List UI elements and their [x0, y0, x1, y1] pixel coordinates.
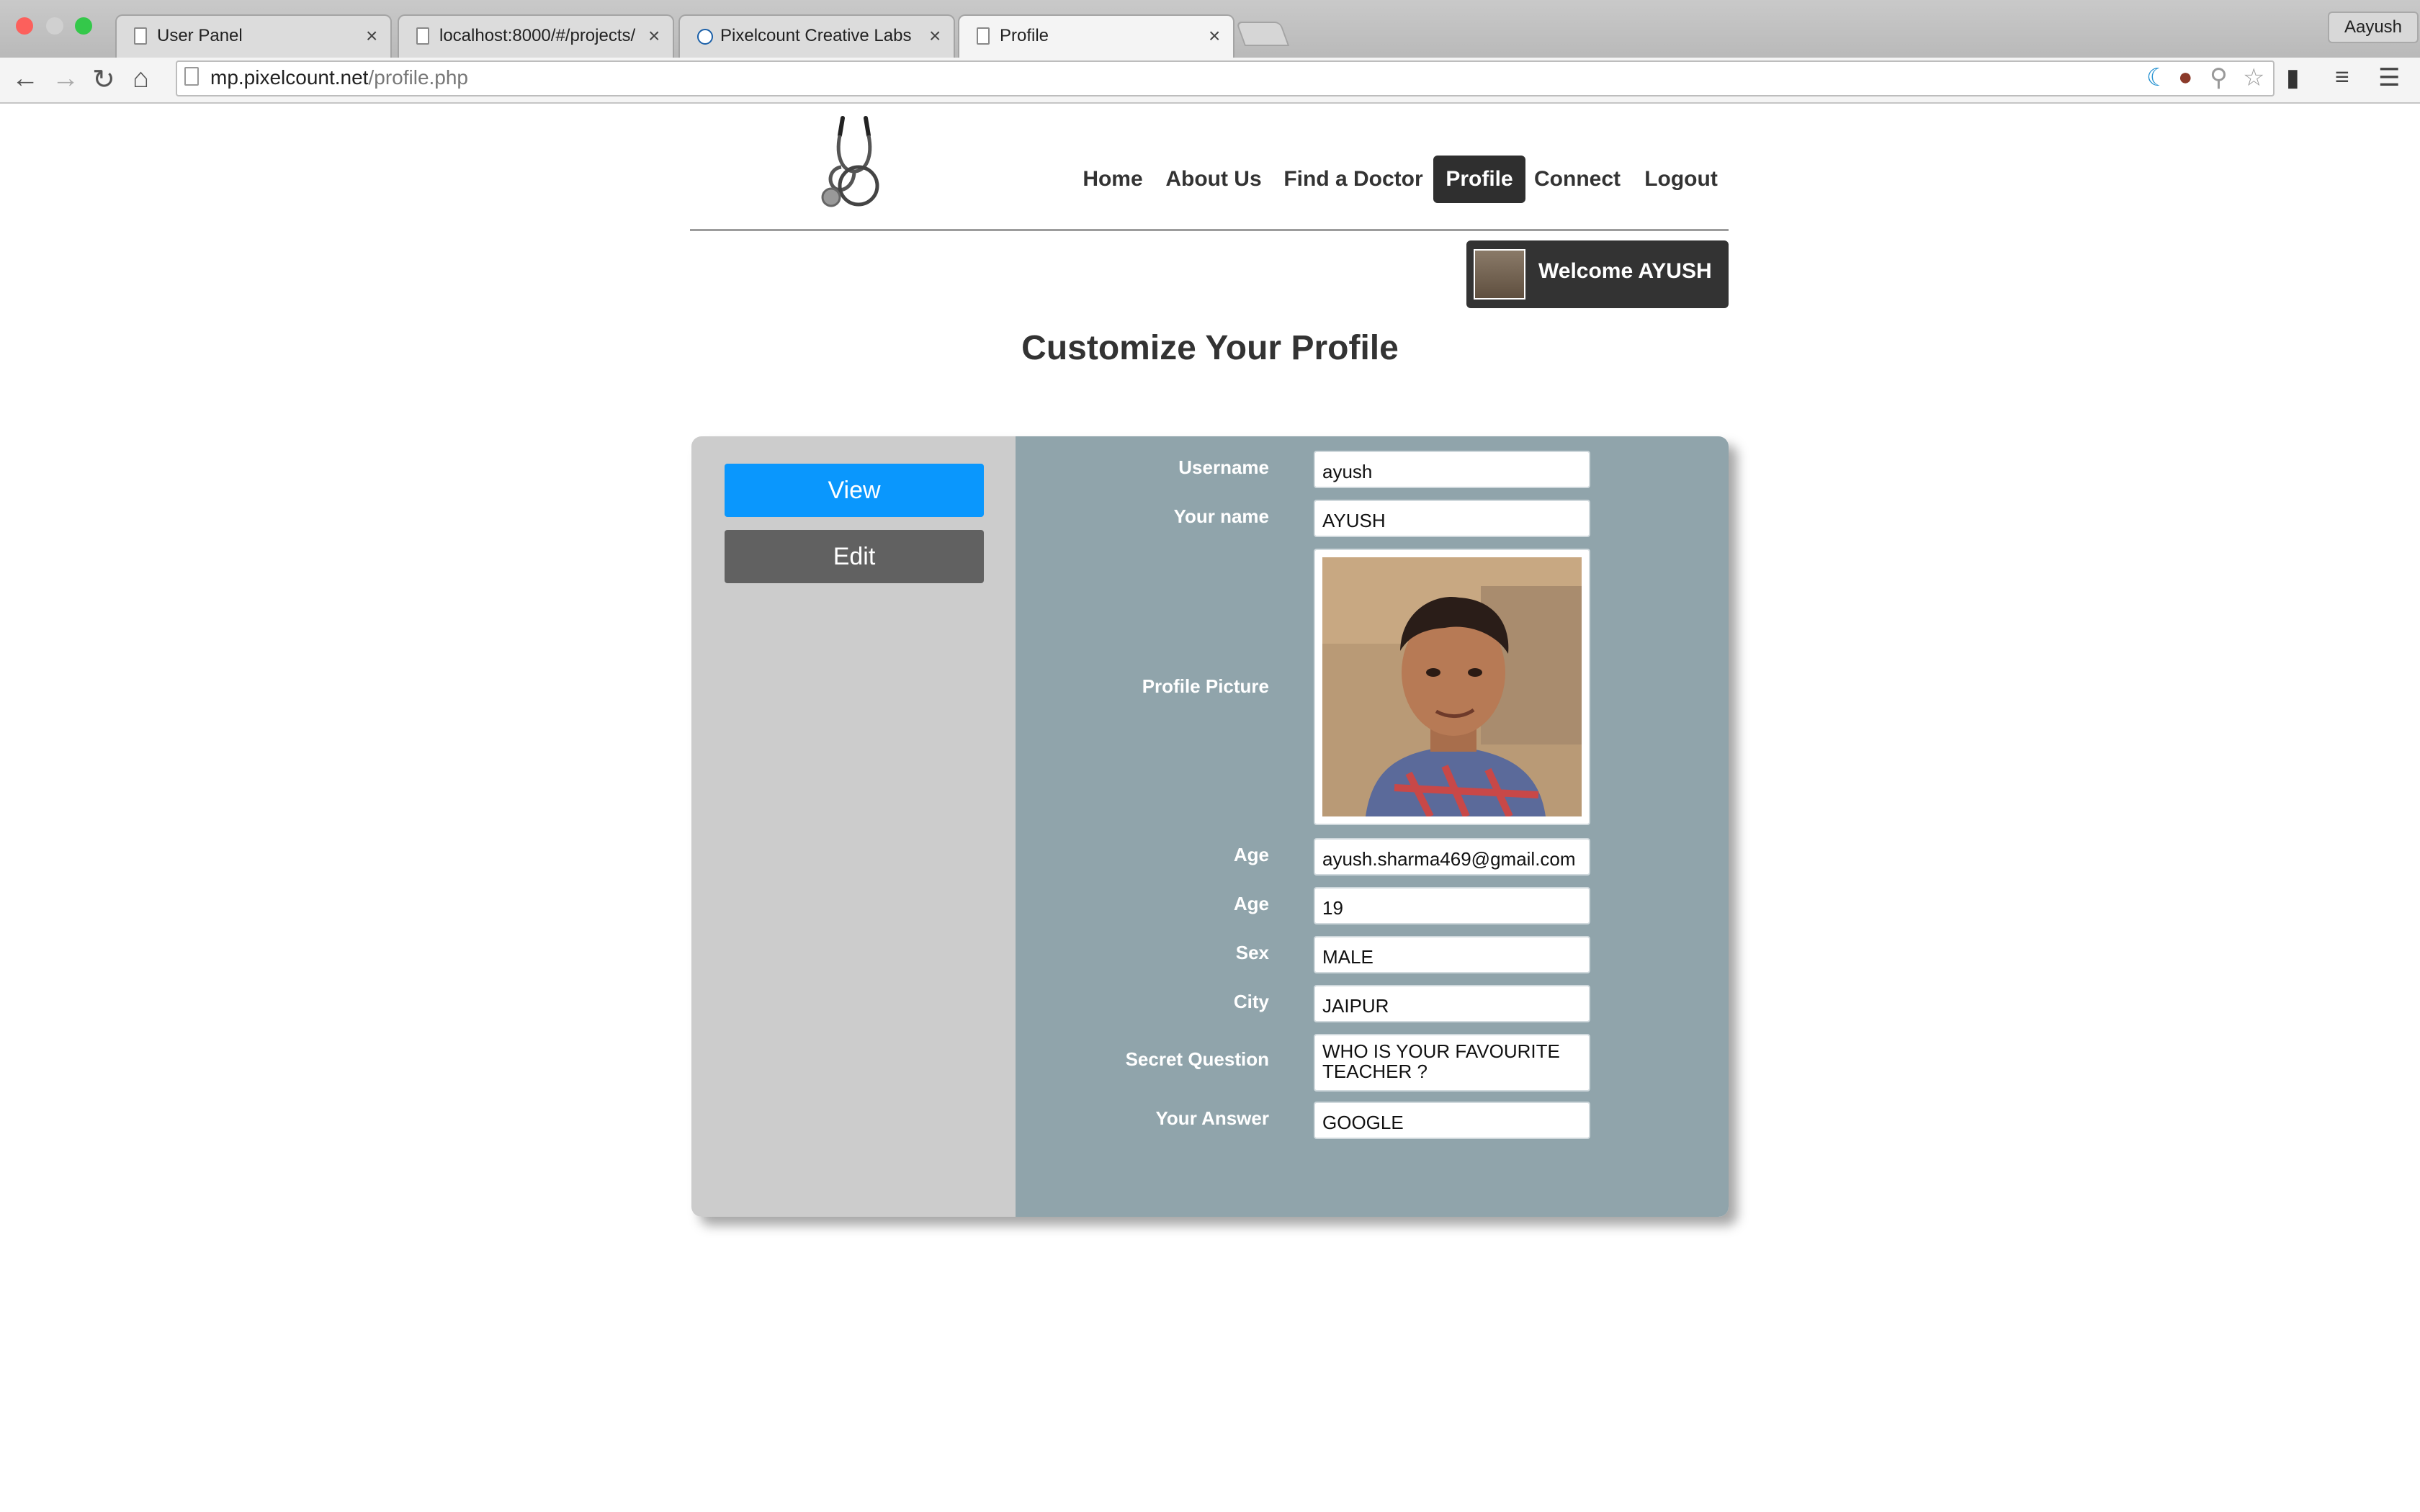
forward-arrow-icon[interactable]: →	[52, 63, 79, 94]
page-title: Customize Your Profile	[1021, 329, 1399, 367]
home-icon[interactable]: ⌂	[133, 63, 149, 94]
link-icon	[697, 29, 713, 45]
answer-label: Your Answer	[1155, 1107, 1269, 1129]
answer-field[interactable]: GOOGLE	[1314, 1102, 1590, 1139]
extension-device-icon[interactable]: ▮	[2286, 63, 2300, 92]
tab-profile[interactable]: Profile ×	[958, 14, 1234, 59]
profile-picture-frame[interactable]	[1314, 549, 1590, 825]
extension-moon-icon[interactable]: ☾	[2146, 63, 2168, 92]
close-tab-icon[interactable]: ×	[929, 24, 941, 48]
view-button[interactable]: View	[725, 464, 984, 517]
nav-logout[interactable]: Logout	[1639, 156, 1723, 203]
username-label: Username	[1178, 456, 1269, 478]
welcome-text: Welcome AYUSH	[1538, 259, 1712, 283]
address-bar[interactable]	[176, 60, 2275, 96]
nav-profile[interactable]: Profile	[1433, 156, 1525, 203]
zoom-icon[interactable]: ⚲	[2210, 63, 2228, 92]
nav-connect[interactable]: Connect	[1530, 156, 1625, 203]
close-tab-icon[interactable]: ×	[648, 24, 660, 48]
profile-panel: View Edit Username ayush Your name AYUSH…	[691, 436, 1729, 1217]
profile-picture-label: Profile Picture	[1142, 675, 1269, 697]
tab-title: Profile	[1000, 26, 1049, 45]
page-icon	[416, 27, 429, 45]
back-arrow-icon[interactable]: ←	[12, 63, 39, 94]
sex-label: Sex	[1235, 942, 1269, 963]
browser-profile-button[interactable]: Aayush	[2328, 12, 2419, 43]
header-divider	[690, 229, 1729, 231]
reload-icon[interactable]: ↻	[92, 63, 115, 96]
url-host: mp.pixelcount.net	[210, 66, 369, 89]
city-field[interactable]: JAIPUR	[1314, 985, 1590, 1022]
age-label: Age	[1233, 893, 1269, 914]
nav-find-a-doctor[interactable]: Find a Doctor	[1279, 156, 1428, 203]
email-label: Age	[1233, 844, 1269, 865]
name-field[interactable]: AYUSH	[1314, 500, 1590, 537]
close-tab-icon[interactable]: ×	[1209, 24, 1220, 48]
email-field[interactable]: ayush.sharma469@gmail.com	[1314, 838, 1590, 876]
nav-about-us[interactable]: About Us	[1162, 156, 1265, 203]
secret-question-field[interactable]: WHO IS YOUR FAVOURITE TEACHER ?	[1314, 1034, 1590, 1092]
page-icon	[977, 27, 990, 45]
stethoscope-logo-icon[interactable]	[814, 114, 893, 207]
tab-pixelcount[interactable]: Pixelcount Creative Labs | ×	[678, 14, 955, 58]
welcome-badge[interactable]: Welcome AYUSH	[1466, 240, 1729, 308]
age-field[interactable]: 19	[1314, 887, 1590, 924]
avatar	[1474, 249, 1525, 300]
tab-title: Pixelcount Creative Labs |	[720, 26, 912, 45]
bookmark-star-icon[interactable]: ☆	[2243, 63, 2264, 92]
profile-sidebar: View Edit	[691, 436, 1016, 1217]
tab-title: localhost:8000/#/projects/	[439, 26, 636, 45]
username-field[interactable]: ayush	[1314, 451, 1590, 488]
tab-title: User Panel	[157, 26, 243, 45]
minimize-window-button[interactable]	[46, 17, 63, 35]
menu-icon[interactable]: ☰	[2378, 63, 2400, 92]
tab-localhost[interactable]: localhost:8000/#/projects/ ×	[398, 14, 674, 58]
profile-form: Username ayush Your name AYUSH Profile P…	[1016, 436, 1729, 1217]
sex-field[interactable]: MALE	[1314, 936, 1590, 973]
url-path: /profile.php	[368, 66, 469, 89]
zoom-window-button[interactable]	[75, 17, 92, 35]
profile-picture	[1322, 557, 1582, 816]
nav-home[interactable]: Home	[1076, 156, 1150, 203]
close-window-button[interactable]	[16, 17, 33, 35]
new-tab-button[interactable]	[1235, 22, 1290, 46]
close-tab-icon[interactable]: ×	[366, 24, 377, 48]
tab-user-panel[interactable]: User Panel ×	[115, 14, 392, 58]
url-text: mp.pixelcount.net/profile.php	[210, 66, 468, 89]
page-icon	[134, 27, 147, 45]
city-label: City	[1233, 991, 1269, 1012]
edit-button[interactable]: Edit	[725, 530, 984, 583]
page-info-icon[interactable]	[184, 67, 199, 86]
extension-icon[interactable]: ●	[2178, 63, 2193, 91]
secret-question-label: Secret Question	[1125, 1048, 1269, 1070]
extension-tree-icon[interactable]: ≡	[2335, 63, 2349, 91]
name-label: Your name	[1173, 505, 1269, 527]
